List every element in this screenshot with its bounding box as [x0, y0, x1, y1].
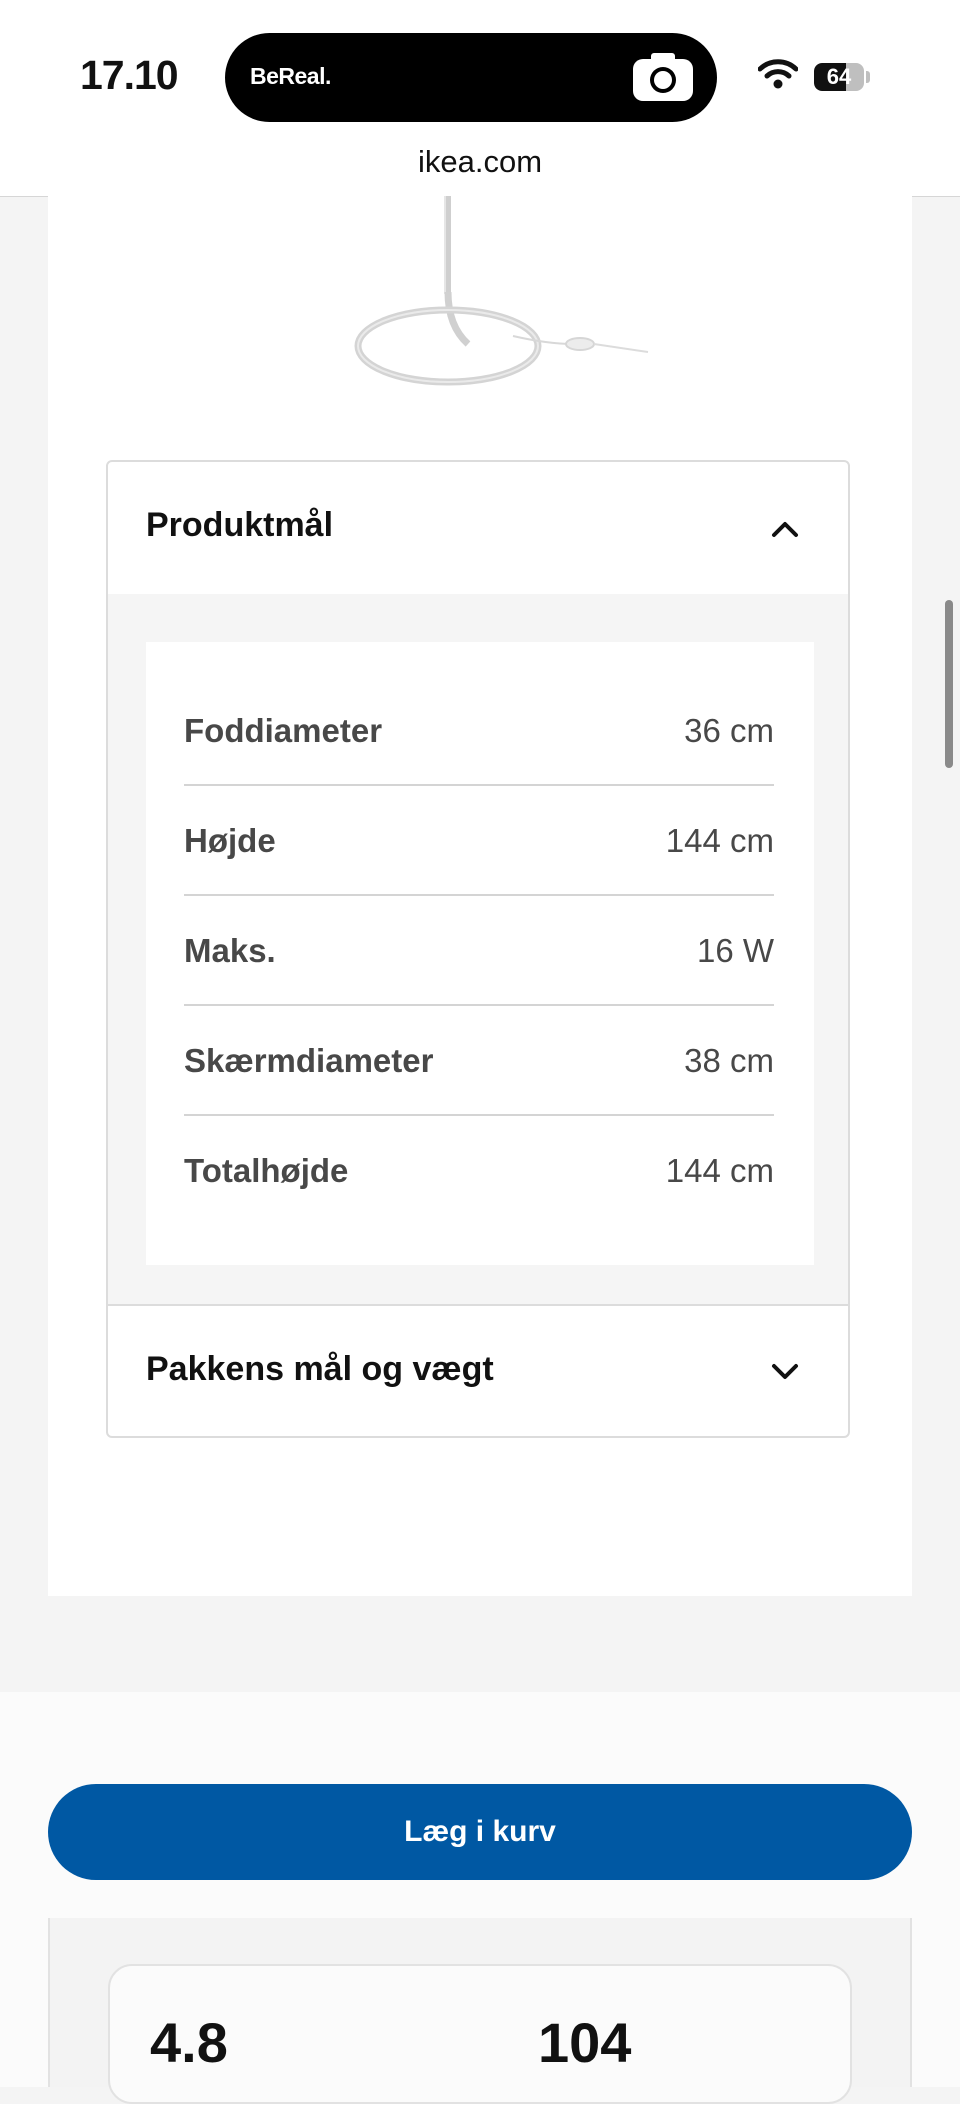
wifi-icon	[758, 59, 798, 89]
rating-summary-card[interactable]: 4.8 104	[108, 1964, 852, 2104]
dimension-row: Maks. 16 W	[184, 894, 774, 1004]
dimension-value: 144 cm	[665, 822, 774, 859]
rating-value: 4.8	[150, 2011, 228, 2074]
island-app-label: BeReal.	[250, 63, 331, 89]
chevron-up-icon	[772, 522, 798, 537]
chevron-down-icon	[772, 1364, 798, 1379]
review-count: 104	[538, 2011, 632, 2074]
dimensions-accordion-header[interactable]: Produktmål	[108, 462, 848, 594]
status-time: 17.10	[80, 52, 179, 98]
package-title: Pakkens mål og vægt	[146, 1350, 494, 1388]
dimension-row: Foddiameter 36 cm	[184, 674, 774, 784]
dimension-label: Højde	[184, 822, 276, 859]
package-accordion-header[interactable]: Pakkens mål og vægt	[108, 1306, 848, 1436]
battery-percent: 64	[826, 64, 852, 89]
dimension-label: Totalhøjde	[184, 1152, 349, 1189]
dimensions-panel: Foddiameter 36 cm Højde 144 cm Maks. 16 …	[108, 594, 848, 1304]
add-to-cart-button[interactable]: Læg i kurv	[48, 1784, 912, 1880]
page-scrollbar[interactable]	[945, 600, 953, 768]
dimension-value: 144 cm	[665, 1152, 774, 1189]
dimension-value: 16 W	[696, 932, 774, 969]
dimension-value: 36 cm	[684, 712, 774, 749]
camera-icon	[633, 53, 693, 101]
dynamic-island[interactable]: BeReal.	[225, 33, 717, 122]
product-card: Produktmål Foddiameter 36 cm Højde 144 c…	[48, 196, 912, 1596]
battery-indicator: 64	[814, 63, 864, 91]
ratings-section: 4.8 104	[48, 1918, 912, 2104]
dimension-row: Totalhøjde 144 cm	[184, 1114, 774, 1224]
dimension-label: Skærmdiameter	[184, 1042, 434, 1079]
dimension-label: Foddiameter	[184, 712, 383, 749]
dimension-value: 38 cm	[684, 1042, 774, 1079]
browser-top-bar: 17.10 BeReal. 64 ikea.com	[0, 0, 960, 197]
battery-tip	[866, 71, 870, 83]
address-bar-url[interactable]: ikea.com	[0, 144, 960, 180]
floor-lamp-base-image	[354, 196, 649, 386]
dimension-row: Skærmdiameter 38 cm	[184, 1004, 774, 1114]
product-details-accordion: Produktmål Foddiameter 36 cm Højde 144 c…	[106, 460, 850, 1438]
section-gap	[0, 1596, 960, 1692]
dimension-label: Maks.	[184, 932, 276, 969]
status-bar: 17.10 BeReal. 64	[0, 0, 960, 145]
dimensions-title: Produktmål	[146, 506, 334, 544]
dimensions-list: Foddiameter 36 cm Højde 144 cm Maks. 16 …	[146, 642, 814, 1265]
dimension-row: Højde 144 cm	[184, 784, 774, 894]
